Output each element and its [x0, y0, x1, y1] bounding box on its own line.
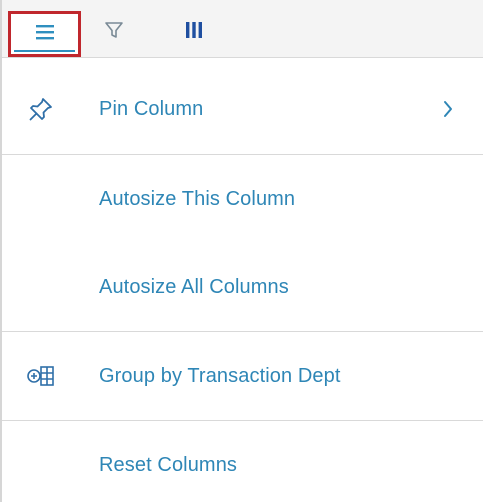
menu-tab-bar [2, 0, 483, 58]
menu-item-reset-columns[interactable]: Reset Columns [2, 440, 483, 490]
menu-separator [2, 331, 483, 332]
menu-item-autosize-this-column[interactable]: Autosize This Column [2, 174, 483, 224]
pin-icon [24, 92, 58, 126]
menu-item-pin-column[interactable]: Pin Column [2, 84, 483, 134]
menu-item-autosize-all-columns[interactable]: Autosize All Columns [2, 262, 483, 312]
chevron-right-icon [440, 97, 456, 121]
columns-icon [184, 20, 204, 45]
menu-icon [34, 23, 56, 46]
menu-item-label: Autosize This Column [99, 187, 296, 210]
menu-item-label: Group by Transaction Dept [99, 364, 341, 387]
filter-icon [103, 19, 125, 46]
menu-separator [2, 420, 483, 421]
tab-filter[interactable] [94, 10, 134, 55]
menu-separator [2, 154, 483, 155]
menu-item-label: Reset Columns [99, 453, 238, 476]
tab-columns[interactable] [174, 10, 214, 55]
active-tab-indicator [14, 50, 75, 52]
tab-general[interactable] [8, 11, 81, 57]
group-icon [24, 359, 58, 393]
menu-item-label: Autosize All Columns [99, 275, 289, 298]
menu-item-label: Pin Column [99, 97, 204, 120]
menu-item-group-by-transaction-dept[interactable]: Group by Transaction Dept [2, 351, 483, 401]
column-menu: Pin Column Autosize This Column Autosize… [0, 0, 483, 502]
